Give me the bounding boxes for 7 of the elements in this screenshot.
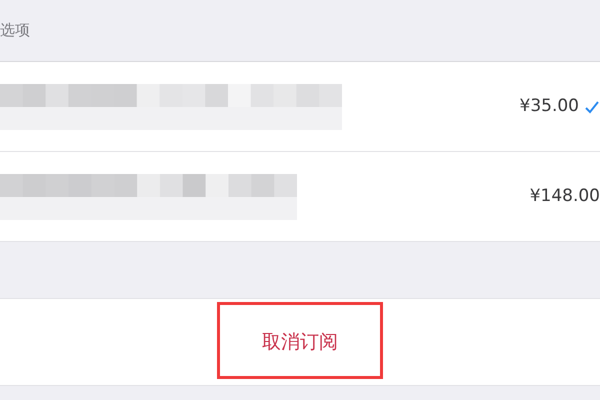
price: ¥35.00 xyxy=(520,94,579,118)
section-header: 选项 xyxy=(0,20,30,42)
cancel-subscription-button[interactable]: 取消订阅 xyxy=(254,324,346,360)
price: ¥148.00 xyxy=(530,184,600,208)
subscription-option[interactable]: ¥148.00 xyxy=(0,152,600,242)
subscription-option[interactable]: ¥35.00 xyxy=(0,62,600,152)
checkmark-icon xyxy=(585,100,599,114)
